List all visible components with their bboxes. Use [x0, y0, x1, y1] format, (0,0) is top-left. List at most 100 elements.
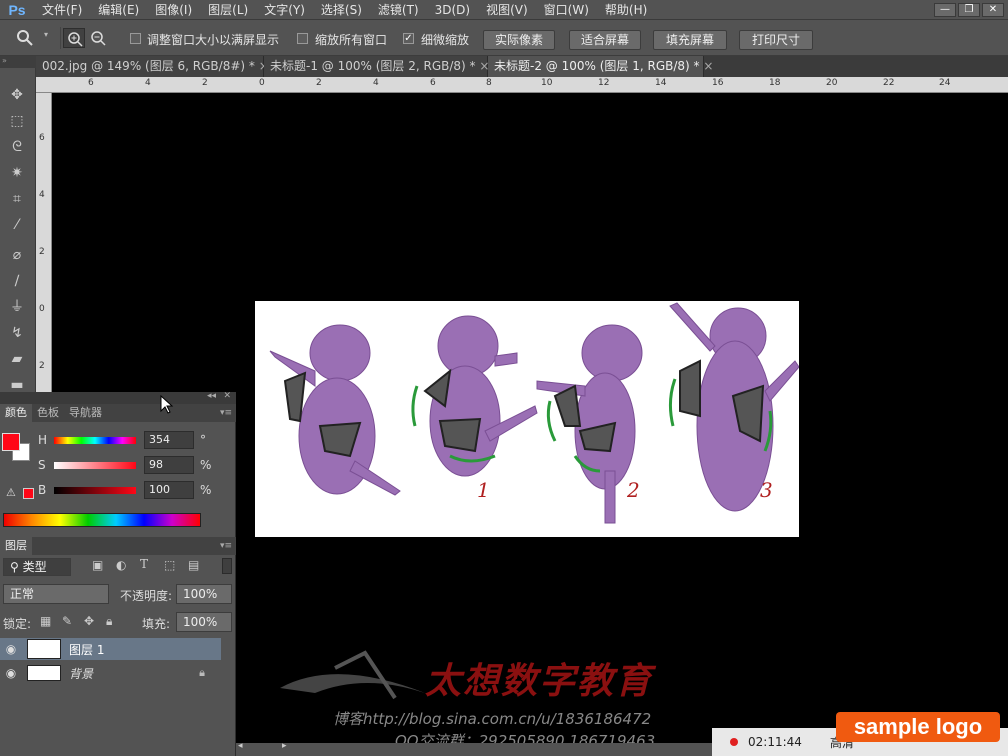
layer-name: 背景 [69, 666, 94, 681]
tab-002jpg[interactable]: 002.jpg @ 149% (图层 6, RGB/8#) * × [36, 56, 269, 77]
tool-preset-chevron-icon[interactable]: ▾ [44, 30, 50, 44]
tab-label: 002.jpg @ 149% (图层 6, RGB/8#) * [42, 59, 255, 73]
scroll-right-icon[interactable]: ▸ [282, 741, 287, 751]
close-button[interactable]: ✕ [982, 2, 1004, 17]
collapse-panel-icon[interactable]: ◂◂ [207, 391, 216, 401]
lock-pixels-icon[interactable]: ✎ [62, 614, 72, 628]
fit-screen-button[interactable]: 适合屏幕 [569, 30, 641, 50]
gamut-color-swatch[interactable] [23, 488, 34, 499]
panel-header-strip: ◂◂ ✕ [0, 391, 236, 404]
gamut-warning-icon[interactable]: ⚠ [6, 486, 16, 499]
marquee-tool-icon[interactable]: ⬚ [6, 110, 28, 132]
saturation-slider[interactable] [54, 461, 136, 469]
eyedropper-tool-icon[interactable]: ⁄ [6, 214, 28, 236]
magic-wand-tool-icon[interactable]: ✷ [6, 162, 28, 184]
scrubby-zoom-checkbox[interactable]: ✓ [403, 33, 414, 44]
menu-bar: Ps 文件(F) 编辑(E) 图像(I) 图层(L) 文字(Y) 选择(S) 滤… [0, 0, 1008, 20]
layers-menu-icon[interactable]: ▾≡ [220, 541, 232, 551]
ruler-tick-label: 16 [712, 78, 724, 88]
panel-menu-icon[interactable]: ▾≡ [220, 408, 232, 418]
ruler-tick-label: 12 [598, 78, 610, 88]
history-brush-tool-icon[interactable]: ↯ [6, 322, 28, 344]
menu-layer[interactable]: 图层(L) [200, 0, 256, 20]
layer-row-layer1[interactable]: ◉ 图层 1 [0, 638, 221, 660]
menu-file[interactable]: 文件(F) [34, 0, 90, 20]
brightness-value[interactable]: 100 [144, 481, 194, 499]
fill-label: 填充: [142, 617, 171, 631]
menu-edit[interactable]: 编辑(E) [90, 0, 147, 20]
zoom-all-checkbox[interactable] [297, 33, 308, 44]
filter-toggle[interactable] [222, 558, 232, 574]
move-tool-icon[interactable]: ✥ [6, 84, 28, 106]
actual-pixels-button[interactable]: 实际像素 [483, 30, 555, 50]
clone-stamp-tool-icon[interactable]: ⏚ [6, 296, 28, 318]
horizontal-scrollbar[interactable]: ◂ ▸ [236, 741, 712, 756]
lock-all-icon[interactable]: 🔒︎ [106, 614, 112, 629]
document-canvas[interactable]: 1 2 3 [255, 301, 799, 537]
resize-windows-checkbox[interactable] [130, 33, 141, 44]
zoom-in-icon[interactable] [63, 28, 85, 48]
zoom-out-icon[interactable] [88, 28, 108, 48]
saturation-value[interactable]: 98 [144, 456, 194, 474]
visibility-eye-icon[interactable]: ◉ [0, 666, 22, 680]
eraser-tool-icon[interactable]: ▰ [6, 348, 28, 370]
menu-view[interactable]: 视图(V) [478, 0, 536, 20]
restore-button[interactable]: ❐ [958, 2, 980, 17]
ruler-tick-label: 2 [39, 247, 45, 257]
crop-tool-icon[interactable]: ⌗ [6, 188, 28, 210]
ruler-tick-label: 2 [39, 361, 45, 371]
fill-screen-button[interactable]: 填充屏幕 [653, 30, 727, 50]
menu-3d[interactable]: 3D(D) [427, 0, 478, 20]
menu-image[interactable]: 图像(I) [147, 0, 200, 20]
tab-untitled-2[interactable]: 未标题-2 @ 100% (图层 1, RGB/8) * × [488, 56, 713, 77]
pixel-filter-icon[interactable]: ▣ [92, 558, 103, 572]
layer-row-background[interactable]: ◉ 背景 🔒︎ [0, 662, 221, 684]
hue-slider[interactable] [54, 436, 136, 444]
tools-panel: » ✥ ⬚ ᘓ ✷ ⌗ ⁄ ⌀ ∕ ⏚ ↯ ▰ ▬ [0, 56, 36, 396]
ruler-tick-label: 4 [373, 78, 379, 88]
color-ramp[interactable] [3, 513, 201, 527]
ruler-tick-label: 4 [39, 190, 45, 200]
visibility-eye-icon[interactable]: ◉ [0, 642, 22, 656]
layer-filter-select[interactable]: ⚲ 类型 [3, 558, 71, 576]
fill-field[interactable]: 100% [176, 612, 232, 632]
opacity-field[interactable]: 100% [176, 584, 232, 604]
close-panel-icon[interactable]: ✕ [223, 391, 231, 401]
hue-value[interactable]: 354 [144, 431, 194, 449]
minimize-button[interactable]: — [934, 2, 956, 17]
tab-close-icon[interactable]: × [703, 59, 713, 73]
tab-untitled-1[interactable]: 未标题-1 @ 100% (图层 2, RGB/8) * × [264, 56, 489, 77]
document-tab-bar: 002.jpg @ 149% (图层 6, RGB/8#) * × 未标题-1 … [36, 56, 1008, 77]
hue-slider-row: H 354 ° [38, 430, 206, 450]
scroll-left-icon[interactable]: ◂ [238, 741, 243, 751]
tab-swatches[interactable]: 色板 [32, 404, 64, 422]
lock-position-icon[interactable]: ✥ [84, 614, 94, 628]
search-icon: ⚲ [10, 560, 19, 574]
tab-color[interactable]: 颜色 [0, 404, 32, 422]
brightness-slider[interactable] [54, 486, 136, 494]
brush-tool-icon[interactable]: ∕ [6, 270, 28, 292]
hue-label: H [38, 433, 48, 447]
adjustment-filter-icon[interactable]: ◐ [116, 558, 126, 572]
menu-type[interactable]: 文字(Y) [256, 0, 313, 20]
blend-mode-select[interactable]: 正常 [3, 584, 109, 604]
lasso-tool-icon[interactable]: ᘓ [6, 136, 28, 158]
fill-value: 100% [183, 615, 218, 629]
lock-transparency-icon[interactable]: ▦ [40, 614, 51, 628]
print-size-button[interactable]: 打印尺寸 [739, 30, 813, 50]
type-filter-icon[interactable]: T [140, 557, 148, 571]
menu-help[interactable]: 帮助(H) [597, 0, 655, 20]
menu-filter[interactable]: 滤镜(T) [370, 0, 427, 20]
shape-filter-icon[interactable]: ⬚ [164, 558, 175, 572]
tab-layers[interactable]: 图层 [0, 537, 32, 555]
ruler-tick-label: 20 [826, 78, 838, 88]
tab-navigator[interactable]: 导航器 [64, 404, 107, 422]
healing-brush-tool-icon[interactable]: ⌀ [6, 244, 28, 266]
tools-collapse-handle[interactable]: » [0, 56, 36, 68]
zoom-tool-icon[interactable] [16, 29, 34, 47]
smart-object-filter-icon[interactable]: ▤ [188, 558, 199, 572]
brightness-label: B [38, 483, 47, 497]
menu-window[interactable]: 窗口(W) [536, 0, 597, 20]
menu-select[interactable]: 选择(S) [313, 0, 370, 20]
record-indicator-icon [730, 738, 738, 746]
